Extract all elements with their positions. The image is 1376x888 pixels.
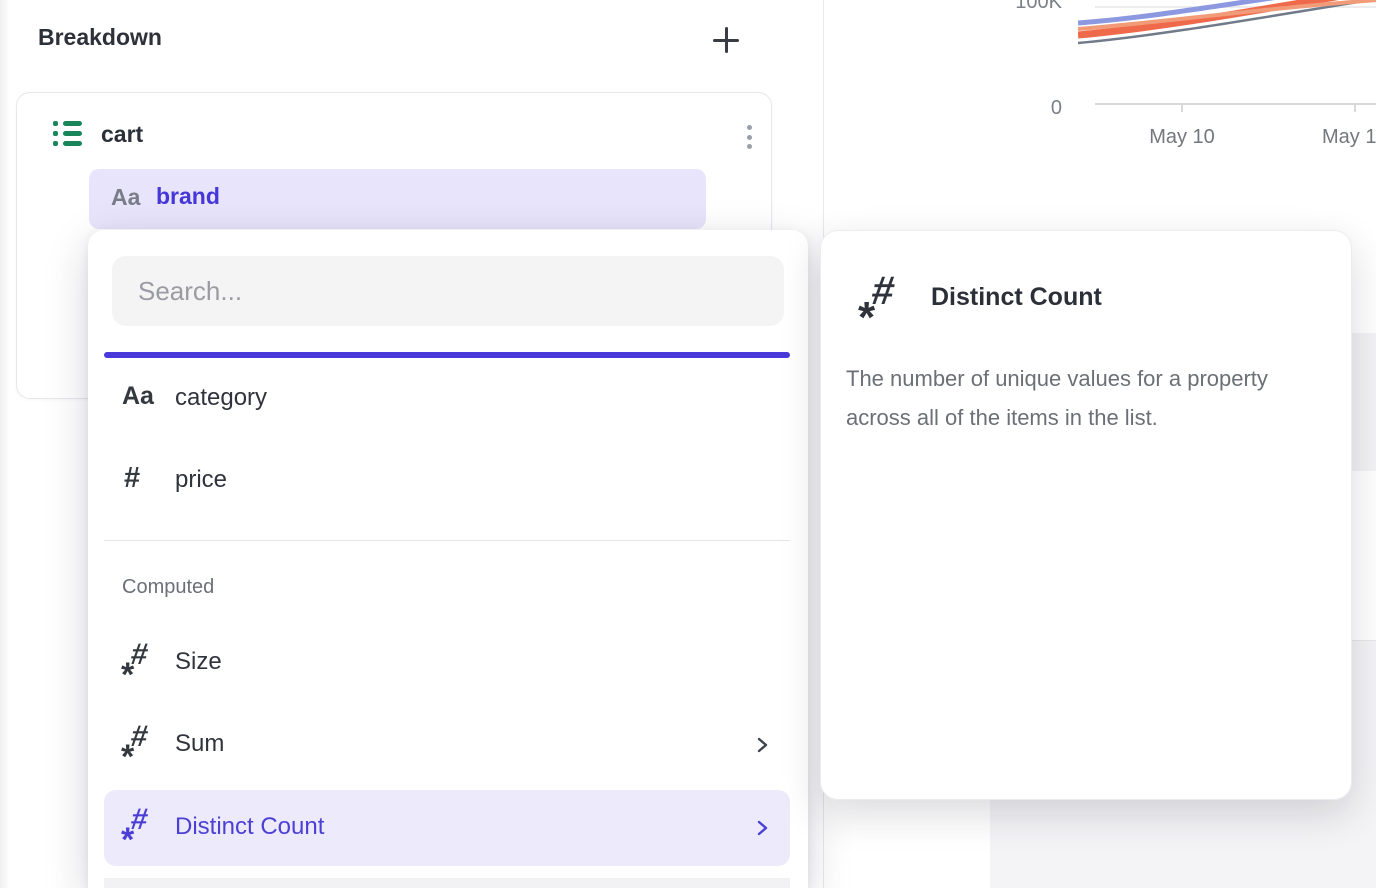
computed-number-icon (122, 640, 162, 686)
computed-number-icon (122, 722, 162, 768)
line-chart-series (1078, 0, 1376, 46)
x-axis-tick (1181, 104, 1183, 112)
selected-property-label: brand (156, 183, 220, 210)
number-type-icon: # (124, 462, 140, 495)
menu-divider (104, 540, 790, 541)
selected-property-row[interactable]: Aa brand (89, 169, 706, 229)
text-type-icon: Aa (111, 184, 140, 211)
x-axis-label-may1: May 1 (1322, 126, 1376, 149)
menu-item-label: category (175, 384, 267, 412)
menu-item-price[interactable]: # price (104, 446, 790, 516)
computed-number-icon (122, 805, 162, 851)
menu-item-size[interactable]: Size (104, 628, 790, 698)
plus-icon (712, 26, 740, 54)
menu-item-sum[interactable]: Sum (104, 710, 790, 780)
menu-item-distinct-count[interactable]: Distinct Count (104, 790, 790, 866)
more-options-button[interactable] (729, 117, 769, 157)
text-type-icon: Aa (122, 382, 154, 411)
x-axis-tick (1354, 104, 1356, 112)
menu-item-category[interactable]: Aa category (104, 364, 790, 434)
group-name: cart (101, 121, 143, 148)
breakdown-title: Breakdown (38, 24, 162, 51)
x-axis-label-may10: May 10 (1122, 126, 1242, 149)
chevron-right-icon (754, 819, 770, 842)
group-header-row: cart (17, 109, 771, 163)
chevron-right-icon (754, 736, 770, 759)
panel-edge-shadow (0, 0, 10, 888)
tooltip-title: Distinct Count (931, 283, 1102, 312)
computed-section-label: Computed (122, 576, 214, 599)
search-input[interactable] (112, 256, 784, 326)
property-dropdown-menu: Aa category # price Computed Size Sum Di… (88, 230, 808, 888)
next-section-edge (104, 878, 790, 888)
y-axis-label-100k: 100K (950, 0, 1062, 14)
y-axis-label-0: 0 (950, 97, 1062, 120)
menu-item-label: Sum (175, 730, 224, 758)
computed-number-icon (859, 271, 911, 329)
add-breakdown-button[interactable] (706, 20, 746, 60)
menu-item-label: Size (175, 648, 222, 676)
tooltip-description: The number of unique values for a proper… (846, 359, 1316, 437)
active-tab-indicator (104, 352, 790, 358)
menu-item-label: Distinct Count (175, 813, 324, 841)
list-property-icon (53, 121, 82, 146)
x-axis-line (1095, 103, 1376, 105)
distinct-count-tooltip: Distinct Count The number of unique valu… (820, 230, 1352, 800)
app-root: Breakdown cart Aa brand Aa category (0, 0, 1376, 888)
menu-item-label: price (175, 466, 227, 494)
